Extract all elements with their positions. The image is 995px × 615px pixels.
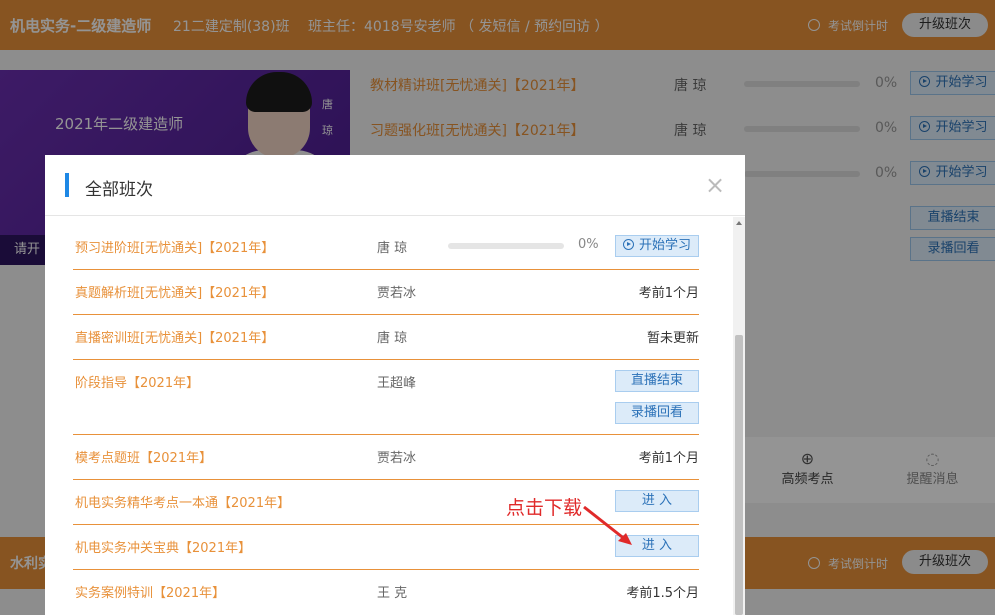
class-name[interactable]: 预习进阶班[无忧通关]【2021年】: [75, 237, 274, 256]
class-row: 模考点题班【2021年】 贾若冰 考前1个月: [73, 435, 699, 480]
class-teacher: 贾若冰: [377, 451, 417, 466]
class-row: 阶段指导【2021年】 王超峰 直播结束 录播回看: [73, 360, 699, 435]
class-name[interactable]: 直播密训班[无忧通关]【2021年】: [75, 327, 274, 346]
class-teacher: 唐 琼: [377, 241, 408, 256]
play-icon: [622, 239, 634, 250]
modal-header: 全部班次 ×: [45, 155, 745, 216]
class-name[interactable]: 实务案例特训【2021年】: [75, 582, 225, 601]
class-status: 考前1个月: [638, 451, 699, 466]
modal-title: 全部班次: [85, 180, 153, 200]
live-ended-button[interactable]: 直播结束: [615, 370, 699, 392]
annotation-arrow-icon: [583, 505, 632, 545]
download-annotation: 点击下载: [506, 497, 583, 519]
progress-bar: [448, 243, 564, 249]
class-name[interactable]: 阶段指导【2021年】: [75, 372, 199, 391]
class-name[interactable]: 机电实务冲关宝典【2021年】: [75, 537, 251, 556]
start-study-button[interactable]: 开始学习: [615, 235, 699, 257]
class-name[interactable]: 机电实务精华考点一本通【2021年】: [75, 492, 290, 511]
class-name[interactable]: 真题解析班[无忧通关]【2021年】: [75, 282, 274, 301]
class-row: 实务案例特训【2021年】 王 克 考前1.5个月: [73, 570, 699, 614]
start-study-label: 开始学习: [638, 238, 691, 253]
class-teacher: 贾若冰: [377, 286, 417, 301]
class-status: 考前1.5个月: [626, 586, 699, 601]
class-teacher: 唐 琼: [377, 331, 408, 346]
all-classes-modal: 全部班次 × 预习进阶班[无忧通关]【2021年】 唐 琼 0% 开始学习 真题…: [45, 155, 745, 615]
progress-pct: 0%: [578, 237, 599, 252]
class-row: 直播密训班[无忧通关]【2021年】 唐 琼 暂未更新: [73, 315, 699, 360]
replay-button[interactable]: 录播回看: [615, 402, 699, 424]
class-row: 真题解析班[无忧通关]【2021年】 贾若冰 考前1个月: [73, 270, 699, 315]
class-name[interactable]: 模考点题班【2021年】: [75, 447, 212, 466]
modal-scrollbar[interactable]: [733, 217, 745, 615]
scrollbar-thumb[interactable]: [735, 335, 743, 615]
title-accent-bar: [65, 173, 69, 197]
close-icon[interactable]: ×: [705, 171, 725, 199]
class-row: 预习进阶班[无忧通关]【2021年】 唐 琼 0% 开始学习: [73, 225, 699, 270]
class-status: 考前1个月: [638, 286, 699, 301]
class-teacher: 王 克: [377, 586, 408, 601]
class-status: 暂未更新: [646, 331, 699, 346]
class-teacher: 王超峰: [377, 376, 417, 391]
scroll-up-arrow-icon[interactable]: [736, 221, 742, 225]
